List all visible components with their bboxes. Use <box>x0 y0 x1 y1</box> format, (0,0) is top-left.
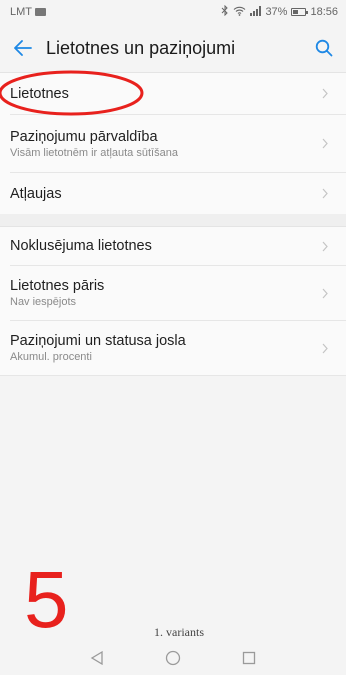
chevron-right-icon <box>322 239 332 253</box>
status-bar: LMT 37% 18:56 <box>0 0 346 24</box>
settings-item-subtitle: Nav iespējots <box>10 296 77 308</box>
carrier-label: LMT <box>10 6 32 18</box>
status-bar-left: LMT <box>10 6 46 18</box>
settings-item-app-twin[interactable]: Lietotnes pāris Nav iespējots <box>0 266 346 320</box>
bluetooth-icon <box>221 4 229 19</box>
chevron-right-icon <box>322 286 332 300</box>
settings-item-texts: Lietotnes <box>10 86 322 102</box>
settings-item-texts: Paziņojumu pārvaldība Visām lietotnēm ir… <box>10 129 322 159</box>
divider <box>0 375 346 376</box>
image-icon <box>35 8 46 16</box>
section-gap <box>0 214 346 226</box>
wifi-icon <box>233 6 246 19</box>
settings-item-texts: Paziņojumi un statusa josla Akumul. proc… <box>10 333 322 363</box>
settings-item-texts: Noklusējuma lietotnes <box>10 238 322 254</box>
settings-item-texts: Atļaujas <box>10 186 322 202</box>
signal-icon <box>250 5 262 19</box>
settings-group-1: Lietotnes Paziņojumu pārvaldība Visām li… <box>0 72 346 214</box>
back-triangle-icon[interactable] <box>88 649 106 667</box>
recents-square-icon[interactable] <box>240 649 258 667</box>
home-circle-icon[interactable] <box>164 649 182 667</box>
settings-item-label: Noklusējuma lietotnes <box>10 238 152 254</box>
settings-item-apps[interactable]: Lietotnes <box>0 73 346 114</box>
search-icon[interactable] <box>302 24 346 72</box>
settings-item-label: Lietotnes pāris <box>10 278 105 294</box>
settings-item-permissions[interactable]: Atļaujas <box>0 173 346 214</box>
settings-item-subtitle: Akumul. procenti <box>10 351 92 363</box>
clock: 18:56 <box>310 6 338 18</box>
settings-item-label: Lietotnes <box>10 85 69 102</box>
chevron-right-icon <box>322 87 332 101</box>
battery-percent: 37% <box>265 6 288 18</box>
settings-item-notifications-status-bar[interactable]: Paziņojumi un statusa josla Akumul. proc… <box>0 321 346 375</box>
chevron-right-icon <box>322 137 332 151</box>
annotation-number: 5 <box>24 555 69 644</box>
settings-item-notification-management[interactable]: Paziņojumu pārvaldība Visām lietotnēm ir… <box>0 115 346 172</box>
settings-group-2: Noklusējuma lietotnes Lietotnes pāris Na… <box>0 226 346 376</box>
arrow-left-icon[interactable] <box>0 24 46 72</box>
settings-item-label: Paziņojumi un statusa josla <box>10 333 186 349</box>
app-bar: Lietotnes un paziņojumi <box>0 24 346 72</box>
settings-item-subtitle: Visām lietotnēm ir atļauta sūtīšana <box>10 146 178 159</box>
settings-item-texts: Lietotnes pāris Nav iespējots <box>10 278 322 308</box>
annotation-caption: 1. variants <box>154 625 204 639</box>
page-title: Lietotnes un paziņojumi <box>46 37 236 58</box>
settings-item-label: Atļaujas <box>10 185 62 202</box>
battery-icon <box>291 8 309 16</box>
chevron-right-icon <box>322 187 332 201</box>
chevron-right-icon <box>322 341 332 355</box>
navigation-bar <box>0 640 346 675</box>
settings-item-label: Paziņojumu pārvaldība <box>10 128 158 145</box>
status-bar-right: 37% 18:56 <box>221 4 338 19</box>
settings-item-default-apps[interactable]: Noklusējuma lietotnes <box>0 227 346 265</box>
